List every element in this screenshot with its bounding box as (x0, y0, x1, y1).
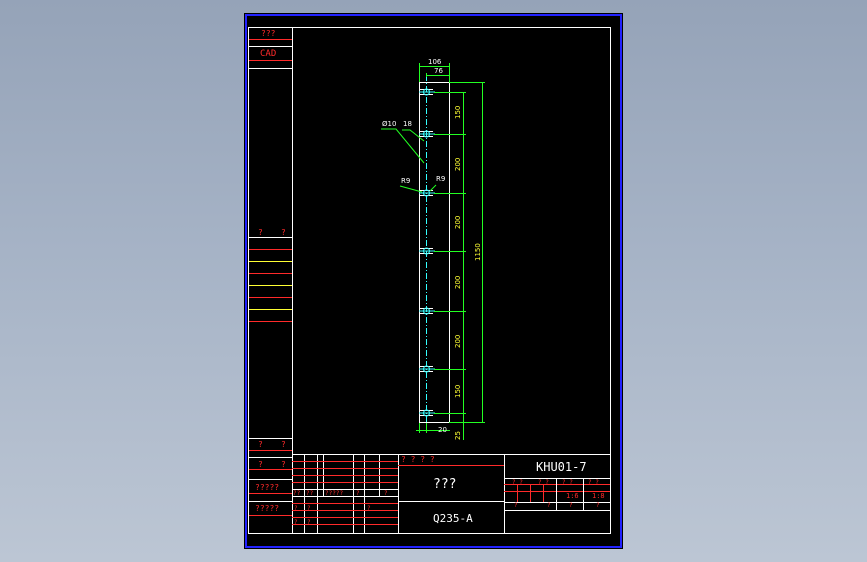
hole-4 (419, 247, 435, 255)
leader-hole (381, 128, 425, 164)
scale-row-1: ? ? (512, 479, 523, 486)
dim-spacing-1: 150 (454, 106, 462, 119)
title-top-marks: ? ? ? ? (401, 455, 435, 464)
strip-mid-label-b: ? (281, 228, 286, 237)
grid-r2-c1: ? (294, 505, 298, 512)
grid-r2-c2: ? (307, 505, 311, 512)
grid-r2-c3: ? (367, 505, 371, 512)
dim-bottom-edge: 25 (454, 431, 462, 440)
strip-row-2b: ? (281, 460, 286, 469)
strip-row-2a: ? (258, 460, 263, 469)
dim-radius-left: R9 (401, 177, 410, 185)
misc-cell-3: ? (569, 502, 573, 509)
grid-r3-c2: ? (307, 519, 311, 526)
grid-r1-c2: ?? (306, 490, 314, 497)
part-material: Q235-A (433, 512, 473, 525)
strip-row-1b: ? (281, 440, 286, 449)
dim-bottom-offset: 20 (438, 426, 447, 434)
grid-r3-c1: ? (294, 519, 298, 526)
strip-row-1a: ? (258, 440, 263, 449)
drawing-sheet: 106 76 Ø10 18 R9 R9 150 200 200 200 200 … (244, 13, 623, 549)
scale-row-2: ? ? (538, 479, 549, 486)
hole-7 (419, 409, 435, 417)
dim-spacing-3: 200 (454, 216, 462, 229)
scale-row-3: ? ? (562, 479, 573, 486)
strip-label-top: ??? (261, 29, 276, 38)
hole-1 (419, 88, 435, 96)
strip-mid-label-a: ? (258, 228, 263, 237)
misc-cell-2: ? (547, 502, 551, 509)
dim-spacing-6: 150 (454, 385, 462, 398)
hole-3 (419, 189, 435, 197)
dim-overall-length: 1150 (474, 243, 482, 261)
dim-hole-dia: Ø10 (382, 120, 396, 128)
grid-r1-c1: ?? (293, 490, 301, 497)
grid-r1-c5: ? (384, 490, 388, 497)
hole-5 (419, 307, 435, 315)
dim-width-inner: 76 (434, 67, 443, 75)
mass-value: 1:6 (566, 492, 579, 500)
scale-value: 1:8 (592, 492, 605, 500)
grid-r1-c4: ? (356, 490, 360, 497)
scale-row-4: ? ? (588, 479, 599, 486)
hole-6 (419, 365, 435, 373)
dim-radius-right: R9 (436, 175, 445, 183)
part-name: ??? (433, 477, 457, 492)
grid-r1-c3: ????? (325, 490, 344, 497)
strip-label-cad: CAD (260, 49, 277, 59)
strip-row-4: ????? (255, 504, 280, 513)
drawing-number: KHU01-7 (536, 460, 587, 474)
dim-spacing-2: 200 (454, 158, 462, 171)
dim-spacing-5: 200 (454, 335, 462, 348)
misc-cell-1: ? (514, 502, 518, 509)
dim-slot: 18 (403, 120, 412, 128)
misc-cell-4: ? (596, 502, 600, 509)
dim-width-total: 106 (428, 58, 442, 66)
leader-r-left (399, 185, 423, 193)
hole-2 (419, 130, 435, 138)
dim-spacing-4: 200 (454, 276, 462, 289)
strip-row-3: ????? (255, 483, 280, 492)
